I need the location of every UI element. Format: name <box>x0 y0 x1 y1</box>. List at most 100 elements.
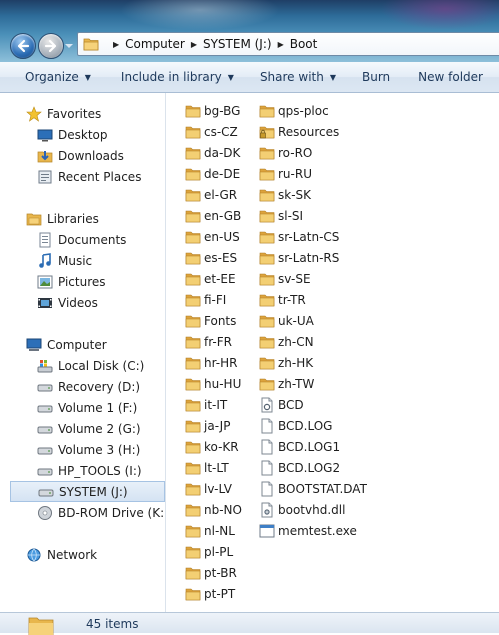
nav-item-label: Volume 3 (H:) <box>58 442 141 457</box>
nav-item-bd-rom-k[interactable]: BD-ROM Drive (K:) E <box>37 502 165 523</box>
nav-item-recovery-d[interactable]: Recovery (D:) <box>37 376 165 397</box>
file-list-item[interactable]: en-US <box>185 226 240 247</box>
file-list-item[interactable]: uk-UA <box>259 310 314 331</box>
nav-item-system-j[interactable]: SYSTEM (J:) <box>10 481 165 502</box>
back-button[interactable] <box>10 33 36 59</box>
chevron-right-icon[interactable]: ▶ <box>191 40 197 49</box>
file-list-item[interactable]: BCD <box>259 394 304 415</box>
nav-libraries[interactable]: Libraries <box>26 208 165 229</box>
recent-pages-dropdown-icon[interactable] <box>64 41 74 51</box>
breadcrumb-computer[interactable]: Computer <box>125 37 185 51</box>
nav-item-desktop[interactable]: Desktop <box>37 124 165 145</box>
nav-item-label: Desktop <box>58 127 108 142</box>
nav-computer[interactable]: Computer <box>26 334 165 355</box>
burn-button[interactable]: Burn <box>362 70 390 84</box>
file-name: bootvhd.dll <box>278 502 346 517</box>
chevron-right-icon[interactable]: ▶ <box>278 40 284 49</box>
file-list-item[interactable]: lv-LV <box>185 478 232 499</box>
file-name: sk-SK <box>278 187 312 202</box>
file-name: uk-UA <box>278 313 314 328</box>
address-bar[interactable]: ▶ Computer ▶ SYSTEM (J:) ▶ Boot <box>77 32 499 56</box>
breadcrumb-boot[interactable]: Boot <box>290 37 318 51</box>
file-list-item[interactable]: fi-FI <box>185 289 226 310</box>
file-list-item[interactable]: memtest.exe <box>259 520 357 541</box>
file-list-item[interactable]: cs-CZ <box>185 121 238 142</box>
file-list-item[interactable]: sr-Latn-RS <box>259 247 339 268</box>
file-list-item[interactable]: sk-SK <box>259 184 311 205</box>
file-list-item[interactable]: pl-PL <box>185 541 233 562</box>
nav-favorites[interactable]: Favorites <box>26 103 165 124</box>
system-file-icon <box>259 397 275 413</box>
file-list-item[interactable]: sr-Latn-CS <box>259 226 339 247</box>
nav-item-music[interactable]: Music <box>37 250 165 271</box>
nav-item-label: Videos <box>58 295 98 310</box>
nav-item-local-disk-c[interactable]: Local Disk (C:) <box>37 355 165 376</box>
file-list-item[interactable]: hu-HU <box>185 373 241 394</box>
file-list-item[interactable]: de-DE <box>185 163 240 184</box>
file-list-item[interactable]: Fonts <box>185 310 236 331</box>
file-list-item[interactable]: pt-BR <box>185 562 237 583</box>
file-list-item[interactable]: pt-PT <box>185 583 235 604</box>
file-list-item[interactable]: tr-TR <box>259 289 306 310</box>
file-list-item[interactable]: ro-RO <box>259 142 312 163</box>
nav-item-pictures[interactable]: Pictures <box>37 271 165 292</box>
nav-item-volume-3-h[interactable]: Volume 3 (H:) <box>37 439 165 460</box>
new-folder-button[interactable]: New folder <box>418 70 483 84</box>
file-list-item[interactable]: nl-NL <box>185 520 235 541</box>
nav-item-hp-tools-i[interactable]: HP_TOOLS (I:) <box>37 460 165 481</box>
nav-network[interactable]: Network <box>26 544 165 565</box>
file-list-item[interactable]: ja-JP <box>185 415 230 436</box>
nav-item-volume-2-g[interactable]: Volume 2 (G:) <box>37 418 165 439</box>
file-list-item[interactable]: sl-SI <box>259 205 303 226</box>
share-with-menu[interactable]: Share with ▼ <box>260 70 336 84</box>
file-list-item[interactable]: ko-KR <box>185 436 239 457</box>
forward-button[interactable] <box>38 33 64 59</box>
file-name: fr-FR <box>204 334 232 349</box>
file-name: sr-Latn-CS <box>278 229 340 244</box>
file-list-item[interactable]: bg-BG <box>185 100 240 121</box>
file-list-item[interactable]: BCD.LOG <box>259 415 332 436</box>
file-name: el-GR <box>204 187 238 202</box>
file-list-item[interactable]: ru-RU <box>259 163 312 184</box>
nav-item-recent-places[interactable]: Recent Places <box>37 166 165 187</box>
nav-item-downloads[interactable]: Downloads <box>37 145 165 166</box>
file-list-item[interactable]: zh-HK <box>259 352 313 373</box>
folder-icon <box>185 208 201 224</box>
file-list-item[interactable]: en-GB <box>185 205 241 226</box>
nav-favorites-label: Favorites <box>47 106 102 121</box>
file-list-item[interactable]: nb-NO <box>185 499 242 520</box>
file-list-item[interactable]: et-EE <box>185 268 236 289</box>
file-list-item[interactable]: da-DK <box>185 142 240 163</box>
include-in-library-menu[interactable]: Include in library ▼ <box>121 70 234 84</box>
nav-item-videos[interactable]: Videos <box>37 292 165 313</box>
file-name: ko-KR <box>204 439 239 454</box>
organize-menu[interactable]: Organize ▼ <box>25 70 91 84</box>
folder-icon <box>185 271 201 287</box>
file-list-item[interactable]: fr-FR <box>185 331 232 352</box>
file-list-item[interactable]: bootvhd.dll <box>259 499 345 520</box>
file-list-item[interactable]: hr-HR <box>185 352 237 373</box>
file-list-item[interactable]: BCD.LOG2 <box>259 457 340 478</box>
file-name: lt-LT <box>204 460 229 475</box>
nav-item-volume-1-f[interactable]: Volume 1 (F:) <box>37 397 165 418</box>
file-list-item[interactable]: Resources <box>259 121 339 142</box>
chevron-right-icon[interactable]: ▶ <box>113 40 119 49</box>
file-list-item[interactable]: it-IT <box>185 394 227 415</box>
file-list-item[interactable]: el-GR <box>185 184 237 205</box>
file-list-item[interactable]: es-ES <box>185 247 237 268</box>
file-list-item[interactable]: qps-ploc <box>259 100 329 121</box>
nav-item-label: HP_TOOLS (I:) <box>58 463 142 478</box>
file-list-item[interactable]: zh-TW <box>259 373 314 394</box>
nav-item-documents[interactable]: Documents <box>37 229 165 250</box>
file-name: qps-ploc <box>278 103 329 118</box>
title-glass-highlight <box>120 0 280 30</box>
file-list-item[interactable]: BOOTSTAT.DAT <box>259 478 367 499</box>
folder-icon <box>259 187 275 203</box>
file-list-item[interactable]: lt-LT <box>185 457 229 478</box>
breadcrumb-system-drive[interactable]: SYSTEM (J:) <box>203 37 272 51</box>
file-name: pl-PL <box>204 544 234 559</box>
documents-icon <box>37 232 53 248</box>
file-list-item[interactable]: zh-CN <box>259 331 314 352</box>
file-list-item[interactable]: sv-SE <box>259 268 311 289</box>
file-list-item[interactable]: BCD.LOG1 <box>259 436 340 457</box>
